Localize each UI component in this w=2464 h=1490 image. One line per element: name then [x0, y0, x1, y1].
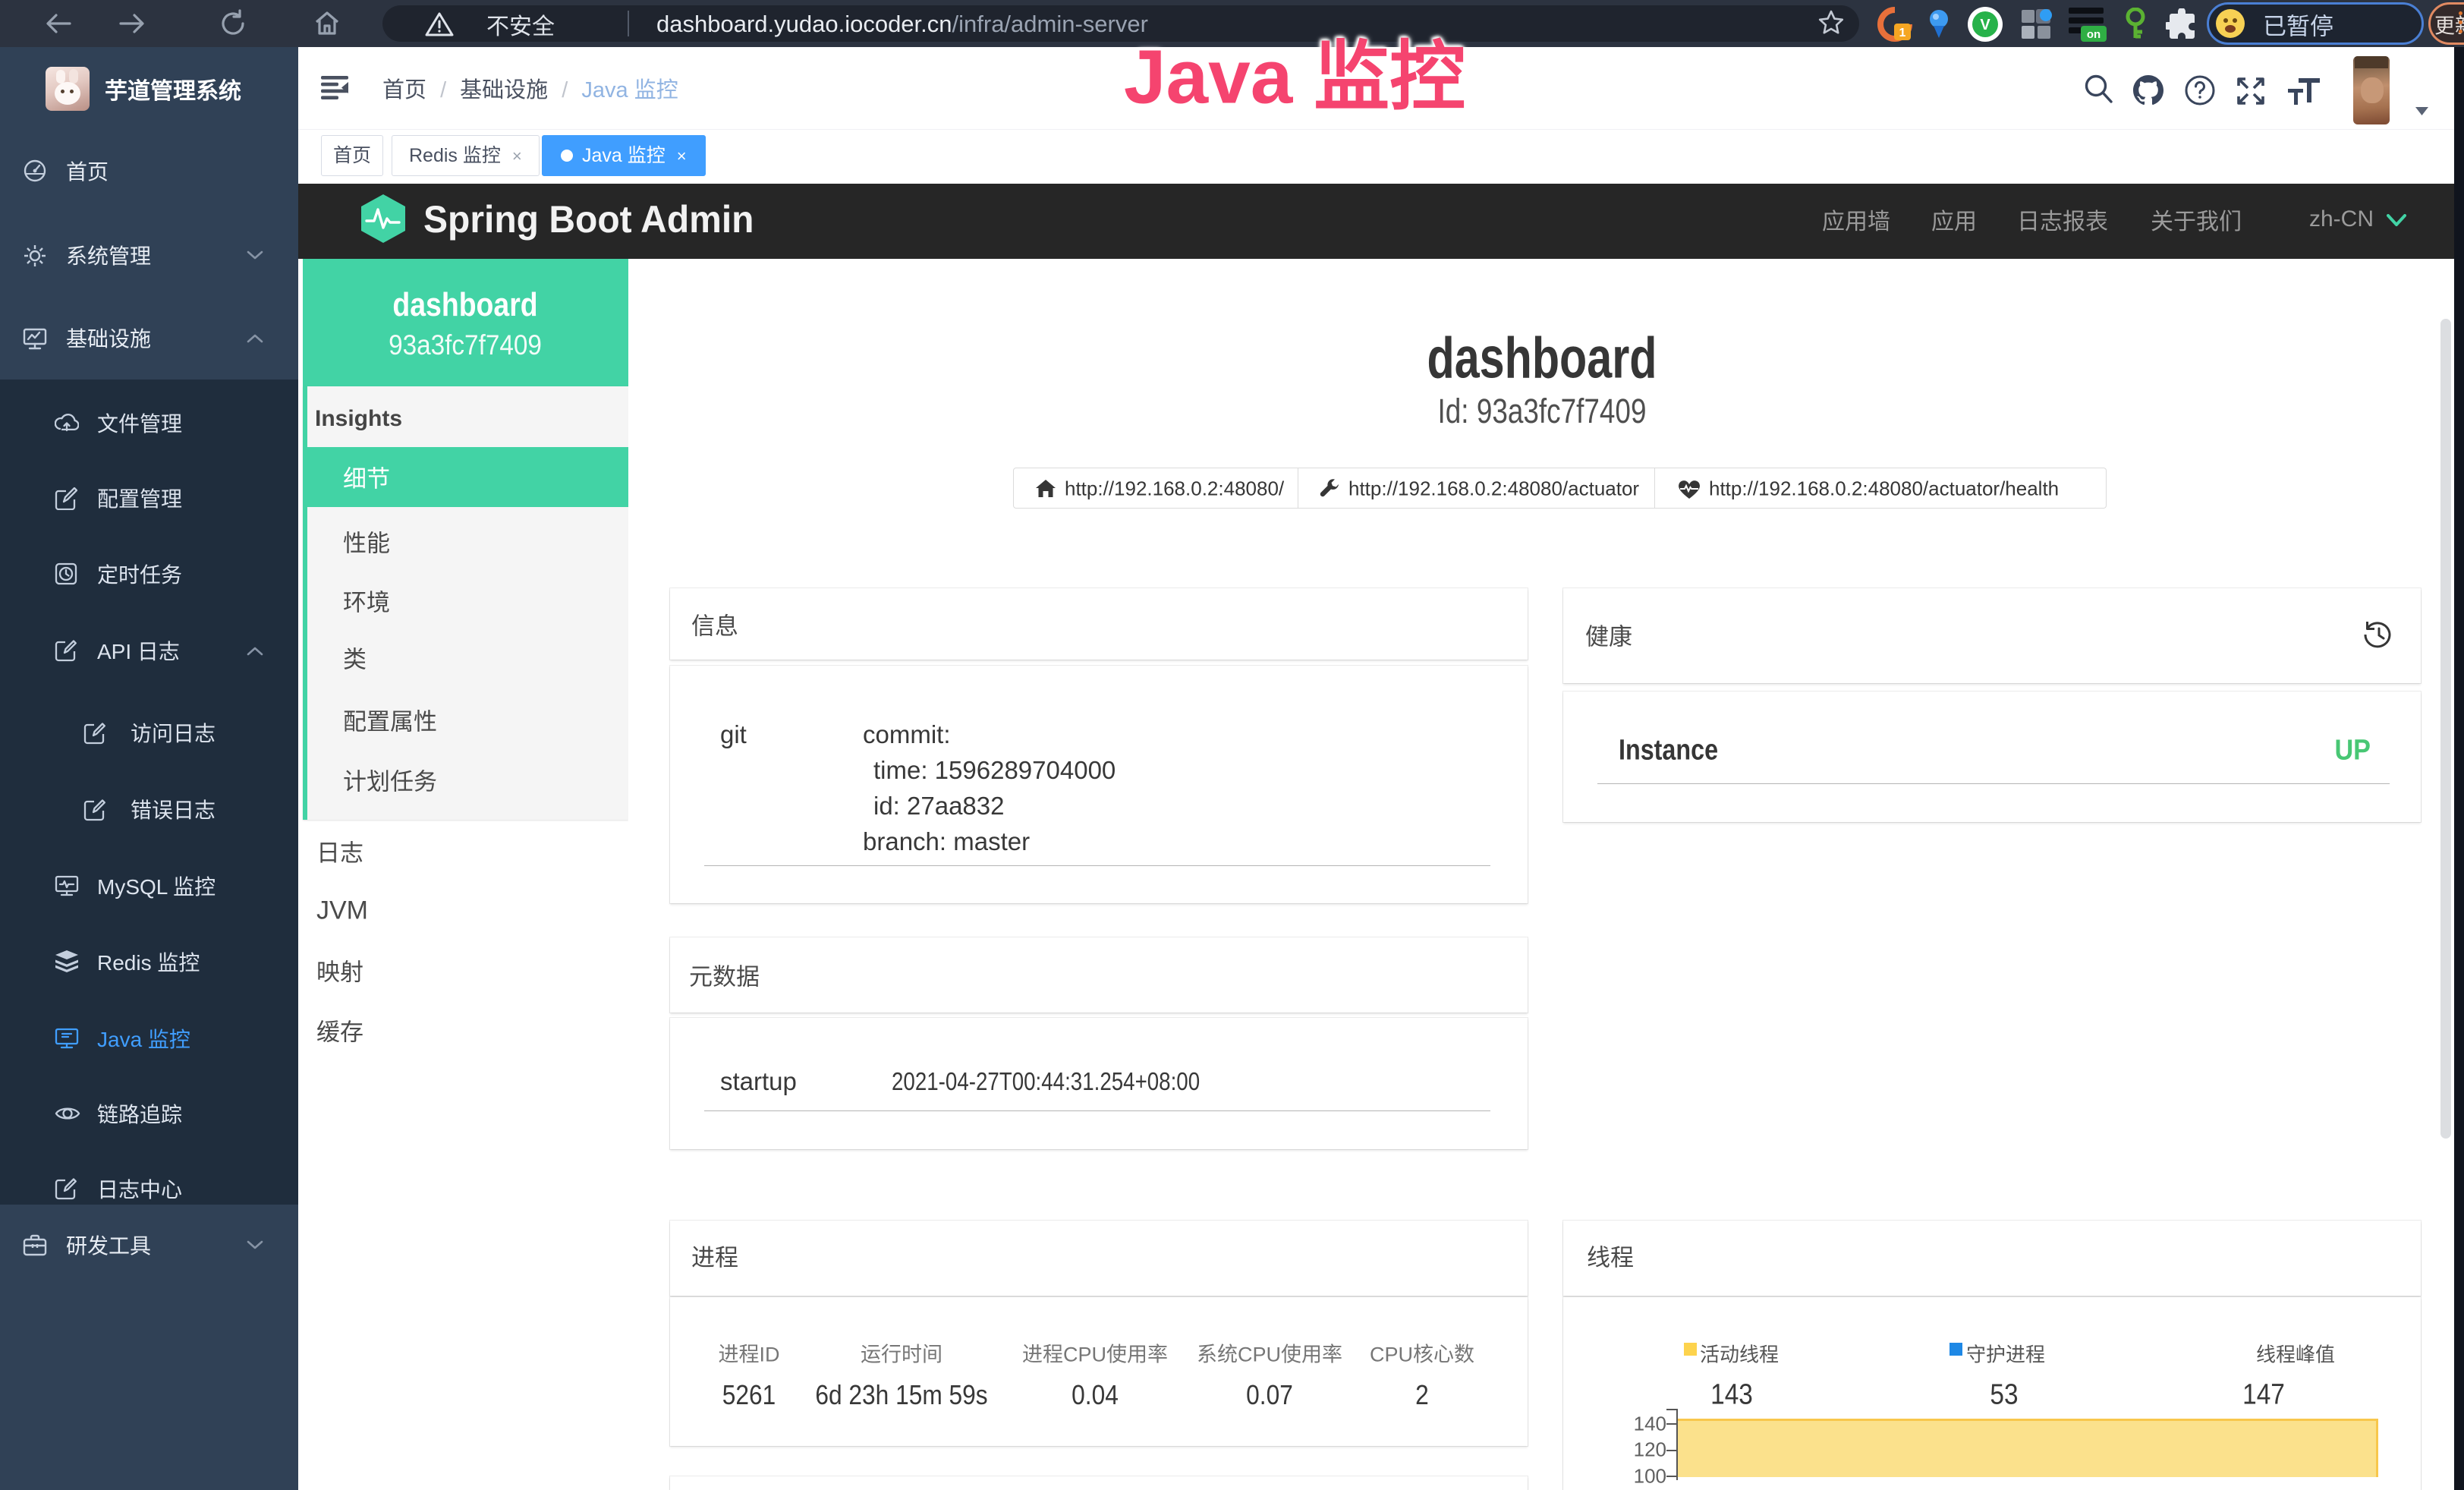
svg-text:on: on: [2087, 28, 2101, 41]
svg-text:V: V: [1980, 17, 1990, 33]
svg-text:1: 1: [1899, 27, 1906, 39]
